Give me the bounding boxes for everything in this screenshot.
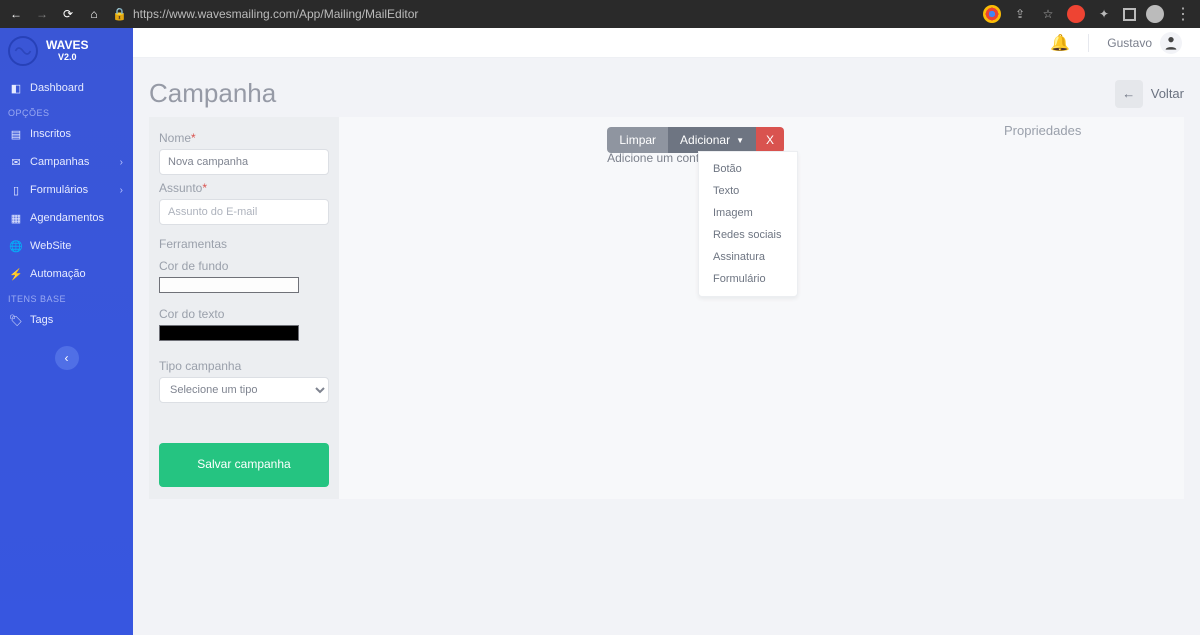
add-option-redes[interactable]: Redes sociais: [699, 224, 797, 246]
name-input[interactable]: [159, 149, 329, 175]
required-mark: *: [202, 181, 207, 195]
tools-label: Ferramentas: [159, 237, 329, 251]
profile-icon[interactable]: [1146, 5, 1164, 23]
star-icon[interactable]: ☆: [1039, 5, 1057, 23]
lock-icon: 🔒: [112, 7, 127, 21]
page-title: Campanha: [149, 78, 276, 109]
extensions-icon[interactable]: ✦: [1095, 5, 1113, 23]
add-label: Adicionar: [680, 133, 730, 147]
chevron-right-icon: ›: [120, 157, 123, 168]
logo-icon: [8, 36, 38, 66]
avatar-icon: [1160, 32, 1182, 54]
canvas-empty-text: Adicione um conteúdo: [363, 151, 970, 165]
forward-icon[interactable]: →: [34, 6, 50, 22]
add-dropdown-button[interactable]: Adicionar ▼: [668, 127, 756, 153]
sidebar-item-tags[interactable]: 🏷 Tags: [0, 306, 133, 334]
save-button[interactable]: Salvar campanha: [159, 443, 329, 487]
sidebar-item-label: Inscritos: [30, 128, 71, 140]
sidebar-section: ITENS BASE: [0, 288, 133, 306]
reload-icon[interactable]: ⟳: [60, 6, 76, 22]
sidebar-item-dashboard[interactable]: ◧ Dashboard: [0, 74, 133, 102]
sidebar-item-agendamentos[interactable]: ▦ Agendamentos: [0, 204, 133, 232]
sidebar-item-website[interactable]: 🌐 WebSite: [0, 232, 133, 260]
sidebar: WAVES V2.0 ◧Dashboard OPÇÕES ▤Inscritos …: [0, 28, 133, 635]
sidebar-item-automacao[interactable]: ⚡ Automação: [0, 260, 133, 288]
add-dropdown-menu: Botão Texto Imagem Redes sociais Assinat…: [698, 151, 798, 297]
subject-input[interactable]: [159, 199, 329, 225]
file-icon: ▯: [10, 184, 22, 196]
brand[interactable]: WAVES V2.0: [0, 28, 133, 74]
topbar: 🔔 Gustavo: [133, 28, 1200, 58]
add-option-botao[interactable]: Botão: [699, 158, 797, 180]
browser-chrome: ← → ⟳ ⌂ 🔒 https://www.wavesmailing.com/A…: [0, 0, 1200, 28]
subject-label: Assunto: [159, 181, 202, 195]
caret-down-icon: ▼: [736, 136, 744, 145]
globe-icon: 🌐: [10, 240, 22, 252]
bg-color-input[interactable]: [159, 277, 299, 293]
users-icon: ▤: [10, 128, 22, 140]
add-option-texto[interactable]: Texto: [699, 180, 797, 202]
fg-color-label: Cor do texto: [159, 307, 329, 321]
clear-button[interactable]: Limpar: [607, 127, 668, 153]
envelope-icon: ✉: [10, 156, 22, 168]
home-icon[interactable]: ⌂: [86, 6, 102, 22]
url-text: https://www.wavesmailing.com/App/Mailing…: [133, 7, 418, 21]
required-mark: *: [191, 131, 196, 145]
bolt-icon: ⚡: [10, 268, 22, 280]
address-bar[interactable]: 🔒 https://www.wavesmailing.com/App/Maili…: [112, 7, 418, 21]
tag-icon: 🏷: [10, 314, 22, 326]
username: Gustavo: [1107, 36, 1152, 50]
fg-color-input[interactable]: [159, 325, 299, 341]
name-label: Nome: [159, 131, 191, 145]
sidebar-section: OPÇÕES: [0, 102, 133, 120]
calendar-icon: ▦: [10, 212, 22, 224]
sidebar-item-campanhas[interactable]: ✉ Campanhas ›: [0, 148, 133, 176]
gtranslate-icon[interactable]: [983, 5, 1001, 23]
reading-list-icon[interactable]: [1123, 8, 1136, 21]
dashboard-icon: ◧: [10, 82, 22, 94]
delete-button[interactable]: X: [756, 127, 784, 153]
properties-title: Propriedades: [1004, 123, 1174, 138]
sidebar-item-label: Dashboard: [30, 82, 84, 94]
brand-name: WAVES: [46, 39, 88, 52]
menu-icon[interactable]: ⋮: [1174, 5, 1192, 23]
type-label: Tipo campanha: [159, 359, 329, 373]
back-button[interactable]: ← Voltar: [1115, 80, 1184, 108]
type-select[interactable]: Selecione um tipo: [159, 377, 329, 403]
back-label: Voltar: [1151, 86, 1184, 101]
properties-panel: Propriedades: [994, 117, 1184, 144]
sidebar-item-label: WebSite: [30, 240, 71, 252]
sidebar-item-label: Tags: [30, 314, 53, 326]
sidebar-item-inscritos[interactable]: ▤ Inscritos: [0, 120, 133, 148]
form-panel: Nome* Assunto* Ferramentas Cor de fundo …: [149, 117, 339, 499]
editor-canvas: Limpar Adicionar ▼ X Botão Texto Imagem …: [339, 117, 994, 497]
sidebar-item-formularios[interactable]: ▯ Formulários ›: [0, 176, 133, 204]
sidebar-collapse-button[interactable]: ‹: [55, 346, 79, 370]
separator: [1088, 34, 1089, 52]
back-icon[interactable]: ←: [8, 6, 24, 22]
canvas-toolbar: Limpar Adicionar ▼ X: [607, 127, 784, 153]
sidebar-item-label: Campanhas: [30, 156, 89, 168]
bg-color-label: Cor de fundo: [159, 259, 329, 273]
add-option-assinatura[interactable]: Assinatura: [699, 246, 797, 268]
arrow-left-icon: ←: [1115, 80, 1143, 108]
bell-icon[interactable]: 🔔: [1050, 33, 1070, 53]
add-option-imagem[interactable]: Imagem: [699, 202, 797, 224]
share-icon[interactable]: ⇪: [1011, 5, 1029, 23]
brand-version: V2.0: [46, 53, 88, 63]
sidebar-item-label: Formulários: [30, 184, 88, 196]
user-menu[interactable]: Gustavo: [1107, 32, 1182, 54]
sidebar-item-label: Agendamentos: [30, 212, 104, 224]
sidebar-item-label: Automação: [30, 268, 86, 280]
chevron-right-icon: ›: [120, 185, 123, 196]
add-option-formulario[interactable]: Formulário: [699, 268, 797, 290]
ext1-icon[interactable]: [1067, 5, 1085, 23]
